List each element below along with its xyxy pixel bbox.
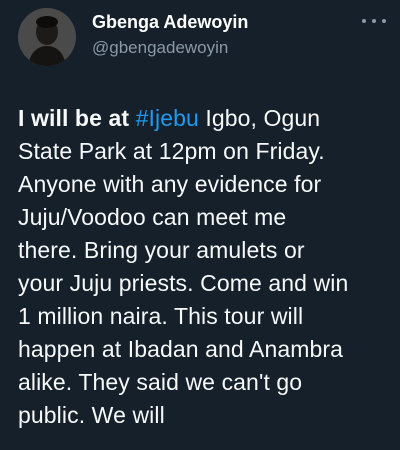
tweet-line: Juju/Voodoo can meet me	[18, 204, 287, 230]
avatar-image	[18, 8, 76, 66]
author-name[interactable]: Gbenga Adewoyin	[92, 12, 248, 33]
author-handle[interactable]: @gbengadewoyin	[92, 38, 228, 58]
tweet-line: happen at Ibadan and Anambra	[18, 336, 344, 362]
tweet-line: I will be at #Ijebu Igbo, Ogun	[18, 102, 388, 135]
tweet-line: there. Bring your amulets or	[18, 237, 305, 263]
tweet-card: Gbenga Adewoyin @gbengadewoyin I will be…	[0, 0, 400, 450]
more-horizontal-icon[interactable]	[362, 14, 386, 28]
tweet-text: I will be at #Ijebu Igbo, Ogun State Par…	[18, 102, 388, 432]
tweet-line: public. We will	[18, 402, 165, 428]
more-dot	[362, 19, 366, 23]
tweet-line: your Juju priests. Come and win	[18, 270, 349, 296]
tweet-line-rest: Igbo, Ogun	[198, 105, 321, 131]
tweet-bold-text: I will be at	[18, 105, 136, 131]
hashtag-link[interactable]: #Ijebu	[136, 105, 199, 131]
more-dot	[382, 19, 386, 23]
tweet-line: alike. They said we can't go	[18, 369, 303, 395]
tweet-line: Anyone with any evidence for	[18, 171, 322, 197]
avatar[interactable]	[18, 8, 76, 66]
tweet-line: State Park at 12pm on Friday.	[18, 138, 325, 164]
tweet-header: Gbenga Adewoyin @gbengadewoyin	[0, 0, 400, 90]
tweet-line: 1 million naira. This tour will	[18, 303, 304, 329]
more-dot	[372, 19, 376, 23]
